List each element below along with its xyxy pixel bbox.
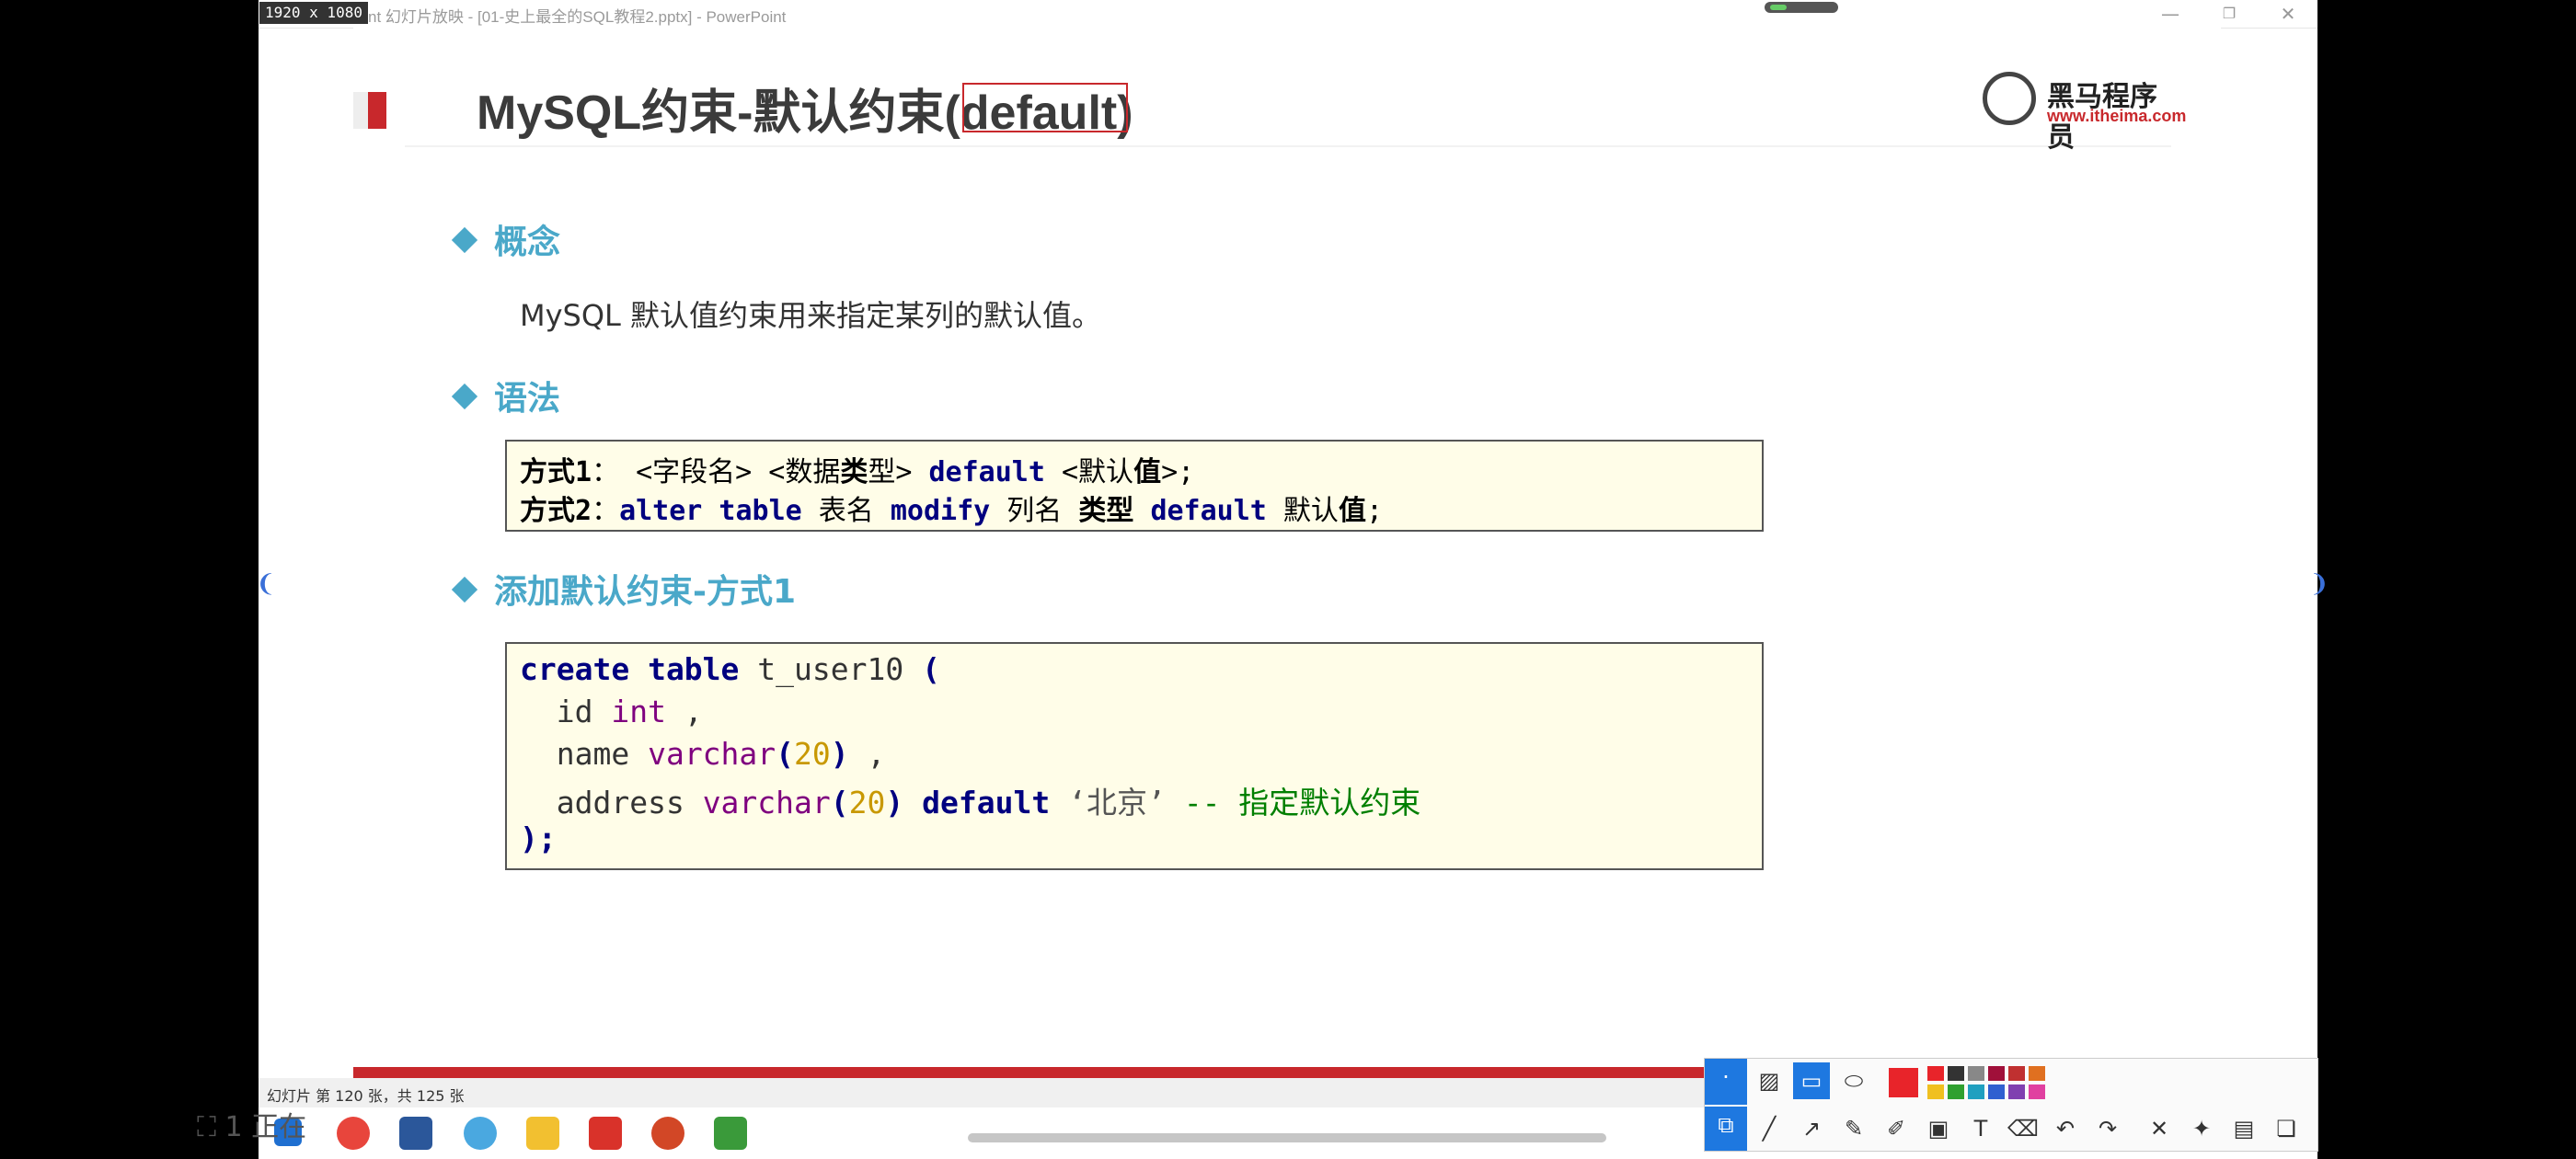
- copy-icon[interactable]: ❏: [2268, 1110, 2305, 1147]
- undo-icon[interactable]: ↶: [2047, 1110, 2084, 1147]
- itheima-logo: 黑马程序员 www.itheima.com: [1983, 70, 2186, 154]
- code-line-2: id int ,: [520, 694, 703, 729]
- color-swatch[interactable]: [1968, 1084, 1984, 1099]
- restore-button[interactable]: ❐: [2204, 0, 2254, 28]
- code-line-3: name varchar(20) ,: [520, 736, 886, 772]
- resolution-badge: 1920 x 1080: [259, 2, 368, 24]
- close-annotation-icon[interactable]: ✕: [2141, 1110, 2178, 1147]
- syntax-line-1: 方式1： <字段名> <数据类型> default <默认值>;: [520, 456, 1195, 488]
- wps-icon[interactable]: [589, 1117, 622, 1150]
- concept-text: MySQL 默认值约束用来指定某列的默认值。: [520, 298, 1102, 333]
- eraser-icon[interactable]: ⌫: [2005, 1110, 2041, 1147]
- color-swatch[interactable]: [2029, 1084, 2045, 1099]
- color-swatch[interactable]: [1927, 1084, 1944, 1099]
- ellipse-tool-icon[interactable]: ⬭: [1835, 1062, 1872, 1099]
- syntax-box: 方式1： <字段名> <数据类型> default <默认值>; 方式2：alt…: [505, 440, 1764, 532]
- hatch-fill-icon[interactable]: ▨: [1751, 1062, 1788, 1099]
- color-swatch[interactable]: [1988, 1066, 2005, 1081]
- prev-slide-arrow-icon[interactable]: ❨: [256, 570, 276, 598]
- minimize-button[interactable]: —: [2145, 0, 2195, 28]
- code-line-1: create table t_user10 (: [520, 651, 940, 687]
- mosaic-icon[interactable]: ▣: [1920, 1110, 1957, 1147]
- shape-select-icon[interactable]: ⧉: [1705, 1107, 1747, 1151]
- code-line-4: address varchar(20) default ‘北京’ -- 指定默认…: [520, 785, 1421, 820]
- next-slide-arrow-icon[interactable]: ❩: [2309, 570, 2329, 598]
- text-tool-icon[interactable]: T: [1962, 1110, 1999, 1147]
- diamond-bullet-icon: [451, 226, 478, 254]
- title-divider: [405, 145, 2171, 147]
- title-accent-bar: [368, 92, 386, 129]
- color-swatch[interactable]: [1927, 1066, 1944, 1081]
- powerpoint-icon[interactable]: [651, 1117, 684, 1150]
- code-box: create table t_user10 ( id int , name va…: [505, 642, 1764, 870]
- close-button[interactable]: ✕: [2263, 0, 2313, 28]
- redo-icon[interactable]: ↷: [2089, 1110, 2126, 1147]
- diamond-bullet-icon: [451, 383, 478, 410]
- arrow-tool-icon[interactable]: ↗: [1793, 1110, 1830, 1147]
- syntax-heading-label: 语法: [494, 380, 561, 418]
- color-swatch[interactable]: [1988, 1084, 2005, 1099]
- rectangle-tool-icon[interactable]: ▭: [1793, 1062, 1830, 1099]
- slide-canvas: [353, 28, 2221, 1078]
- logo-url: www.itheima.com: [2047, 107, 2187, 125]
- code-line-5: );: [520, 820, 557, 856]
- highlighter-icon[interactable]: ✐: [1878, 1110, 1915, 1147]
- concept-heading-label: 概念: [494, 224, 561, 261]
- color-swatch[interactable]: [2008, 1084, 2025, 1099]
- color-swatch[interactable]: [1948, 1084, 1964, 1099]
- annotation-toolbar: · ▨ ▭ ⬭ ⧉ ╱ ↗ ✎ ✐ ▣ T ⌫ ↶ ↷ ✕ ✦ ▤ ❏: [1704, 1058, 2318, 1152]
- syntax-line-2: 方式2：alter table 表名 modify 列名 类型 default …: [520, 495, 1383, 527]
- selected-color-swatch[interactable]: [1889, 1068, 1918, 1097]
- horizontal-scrollbar[interactable]: [968, 1133, 1606, 1142]
- pointer-icon[interactable]: ·: [1705, 1059, 1747, 1105]
- add-default-heading-label: 添加默认约束-方式1: [494, 573, 796, 611]
- browser-icon[interactable]: [464, 1117, 497, 1150]
- save-icon[interactable]: ▤: [2225, 1110, 2262, 1147]
- diamond-bullet-icon: [451, 576, 478, 603]
- pin-icon[interactable]: ✦: [2183, 1110, 2220, 1147]
- file-explorer-icon[interactable]: [526, 1117, 559, 1150]
- chrome-icon[interactable]: [337, 1117, 370, 1150]
- word-icon[interactable]: [399, 1117, 432, 1150]
- concept-heading: 概念: [451, 215, 561, 263]
- color-swatch[interactable]: [2029, 1066, 2045, 1081]
- horse-logo-icon: [1983, 72, 2036, 125]
- syntax-heading: 语法: [451, 372, 561, 419]
- color-swatch[interactable]: [2008, 1066, 2025, 1081]
- watermark: ⛶ 1 正在: [197, 1111, 307, 1143]
- highlight-annotation-box: [962, 83, 1128, 132]
- pen-tool-icon[interactable]: ✎: [1835, 1110, 1872, 1147]
- color-swatch[interactable]: [1948, 1066, 1964, 1081]
- image-app-icon[interactable]: [714, 1117, 747, 1150]
- color-swatch[interactable]: [1968, 1066, 1984, 1081]
- battery-icon: [1765, 2, 1838, 13]
- slide-counter: 幻灯片 第 120 张，共 125 张: [267, 1087, 465, 1105]
- window-title: nt 幻灯片放映 - [01-史上最全的SQL教程2.pptx] - Power…: [368, 8, 787, 26]
- add-default-heading: 添加默认约束-方式1: [451, 565, 796, 613]
- line-tool-icon[interactable]: ╱: [1751, 1110, 1788, 1147]
